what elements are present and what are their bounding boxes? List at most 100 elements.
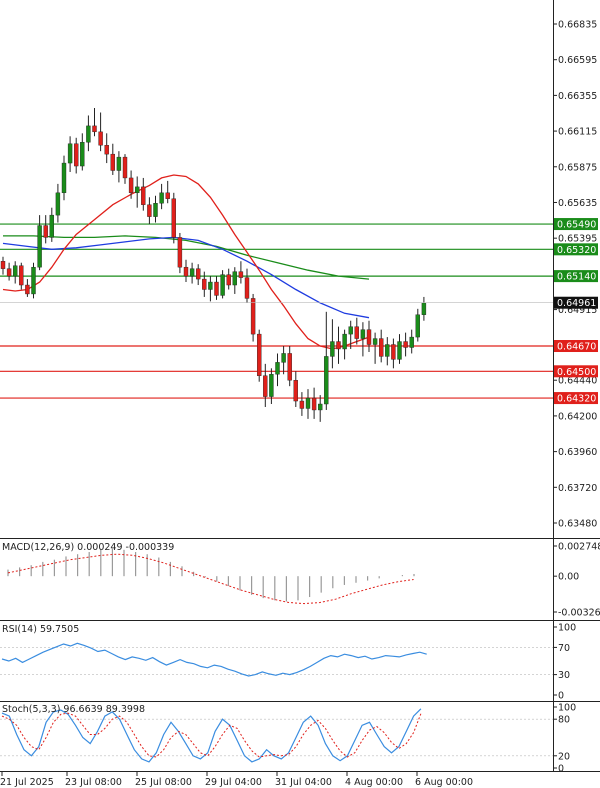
- candle-body: [244, 277, 250, 299]
- time-tick-label: 4 Aug 00:00: [345, 777, 403, 788]
- candle-body: [385, 344, 390, 357]
- candle-body: [366, 329, 372, 345]
- time-tick-label: 23 Jul 08:00: [65, 777, 122, 788]
- candle-body: [379, 338, 384, 357]
- candle-body: [293, 380, 298, 402]
- candle-body: [37, 225, 42, 268]
- candle-body: [318, 403, 323, 411]
- candle-body: [104, 145, 109, 155]
- candle-body: [31, 266, 36, 295]
- candle-body: [415, 314, 420, 338]
- candle-body: [141, 186, 146, 205]
- candle-body: [55, 192, 61, 216]
- candle-body: [128, 177, 134, 194]
- candle-body: [281, 353, 286, 363]
- candle-body: [409, 336, 414, 348]
- candle-body: [348, 326, 353, 335]
- price-tick-label: 0.65875: [558, 162, 597, 173]
- stoch-tick-label: 100: [558, 703, 576, 714]
- candle-body: [134, 186, 140, 194]
- candle-body: [232, 271, 238, 286]
- stoch-tick-label: 0: [558, 764, 564, 775]
- time-tick-label: 21 Jul 2025: [0, 777, 54, 788]
- candle-body: [214, 281, 219, 296]
- candle-body: [372, 338, 378, 345]
- candle-body: [80, 142, 85, 167]
- candle-body: [208, 281, 213, 290]
- candle-body: [305, 397, 311, 409]
- rsi-tick-label: 100: [558, 623, 576, 634]
- candle-body: [397, 341, 402, 360]
- price-tick-label: 0.66115: [558, 127, 597, 138]
- candle-body: [6, 268, 12, 277]
- candle-body: [0, 261, 6, 269]
- candle-body: [165, 192, 170, 199]
- price-tick-label: 0.65395: [558, 234, 597, 245]
- candle-body: [86, 125, 91, 143]
- candle-body: [421, 302, 427, 315]
- candle-body: [354, 326, 359, 339]
- candle-body: [177, 237, 183, 268]
- price-tick-label: 0.66835: [558, 20, 597, 31]
- candle-body: [263, 375, 268, 397]
- price-tick-label: 0.65635: [558, 198, 597, 209]
- candle-body: [25, 284, 30, 295]
- macd-tick-label: 0.002748: [558, 542, 600, 553]
- candle-body: [183, 266, 189, 277]
- candle-body: [391, 344, 396, 360]
- candle-body: [189, 268, 195, 277]
- price-tick-label: 0.66595: [558, 55, 597, 66]
- candle-body: [311, 397, 317, 411]
- macd-tick-label: 0.00: [558, 572, 579, 583]
- stoch-tick-label: 80: [558, 715, 570, 726]
- candle-body: [116, 156, 122, 171]
- candle-body: [110, 153, 116, 171]
- level-label: 0.64670: [557, 342, 596, 353]
- candle-body: [61, 162, 67, 194]
- candle-body: [92, 125, 97, 133]
- candle-body: [269, 374, 274, 397]
- candle-body: [153, 203, 158, 217]
- candle-body: [330, 341, 335, 357]
- candle-body: [299, 400, 305, 409]
- candle-body: [67, 143, 73, 164]
- level-label: 0.64500: [557, 367, 596, 378]
- candle-body: [238, 271, 244, 278]
- candle-body: [43, 225, 48, 238]
- candle-body: [98, 131, 103, 146]
- candle-body: [220, 274, 225, 296]
- candle-body: [226, 274, 231, 286]
- candle-body: [202, 278, 207, 290]
- candle-body: [19, 265, 24, 286]
- price-tick-label: 0.63720: [558, 483, 597, 494]
- level-label: 0.65320: [557, 245, 596, 256]
- time-tick-label: 29 Jul 04:00: [205, 777, 262, 788]
- candle-body: [403, 341, 408, 348]
- price-tick-label: 0.66355: [558, 91, 597, 102]
- current-price-label: 0.64961: [557, 298, 596, 309]
- price-tick-label: 0.64200: [558, 411, 597, 422]
- macd-title: MACD(12,26,9) 0.000249 -0.000339: [2, 542, 174, 553]
- macd-tick-label: -0.003263: [558, 608, 600, 619]
- rsi-tick-label: 30: [558, 670, 570, 681]
- level-label: 0.65490: [557, 220, 596, 231]
- level-label: 0.65140: [557, 272, 596, 283]
- candle-body: [324, 356, 329, 405]
- stoch-tick-label: 20: [558, 751, 570, 762]
- candle-body: [342, 333, 347, 350]
- rsi-tick-label: 70: [558, 643, 570, 654]
- candle-body: [159, 192, 164, 204]
- candle-body: [171, 198, 177, 238]
- trading-chart: 0.66835 0.66595 0.66355 0.66115 0.65875 0.656…: [0, 0, 600, 788]
- price-tick-label: 0.63480: [558, 519, 597, 530]
- level-label: 0.64320: [557, 394, 596, 405]
- price-tick-label: 0.63960: [558, 447, 597, 458]
- candle-body: [275, 362, 280, 375]
- candle-body: [257, 333, 262, 376]
- candle-body: [250, 298, 256, 335]
- candle-body: [360, 329, 366, 339]
- candle-body: [49, 214, 54, 238]
- candle-body: [12, 265, 18, 277]
- candle-body: [73, 143, 79, 167]
- time-tick-label: 6 Aug 00:00: [415, 777, 473, 788]
